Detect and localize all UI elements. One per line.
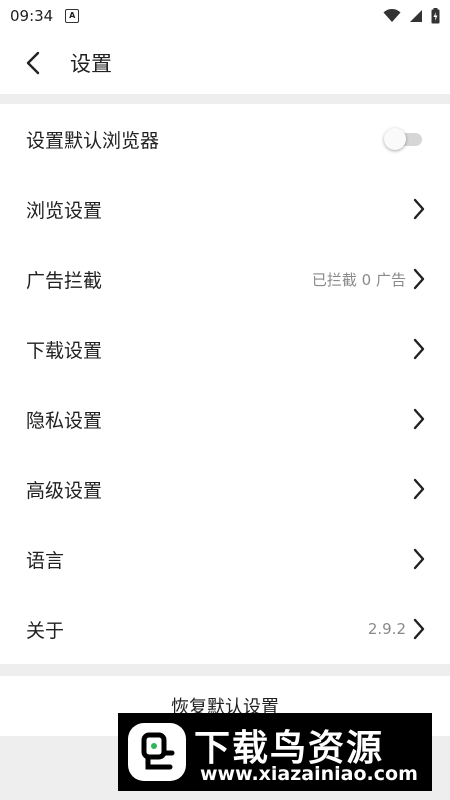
setting-label: 设置默认浏览器 bbox=[26, 129, 160, 152]
battery-icon bbox=[431, 8, 440, 24]
setting-label: 语言 bbox=[26, 549, 65, 572]
row-right bbox=[412, 478, 426, 500]
chevron-right-icon bbox=[413, 408, 425, 430]
row-right bbox=[412, 338, 426, 360]
ad-block-count: 已拦截 0 广告 bbox=[311, 270, 406, 289]
app-bar: 设置 bbox=[0, 32, 450, 94]
watermark-banner: 下载鸟资源 www.xiazainiao.com bbox=[118, 713, 432, 791]
status-right bbox=[383, 8, 440, 24]
row-right bbox=[412, 548, 426, 570]
setting-advanced[interactable]: 高级设置 bbox=[0, 454, 450, 524]
section-divider bbox=[0, 664, 450, 676]
chevron-right-icon bbox=[413, 198, 425, 220]
back-button[interactable] bbox=[0, 32, 66, 94]
chevron-right-icon bbox=[413, 548, 425, 570]
row-right bbox=[412, 198, 426, 220]
wifi-icon bbox=[383, 9, 401, 22]
setting-privacy[interactable]: 隐私设置 bbox=[0, 384, 450, 454]
setting-default-browser[interactable]: 设置默认浏览器 bbox=[0, 104, 450, 174]
page-title: 设置 bbox=[70, 52, 112, 76]
chevron-right-icon bbox=[413, 478, 425, 500]
default-browser-toggle[interactable] bbox=[384, 128, 424, 150]
setting-label: 浏览设置 bbox=[26, 199, 103, 222]
notification-icon: A bbox=[65, 9, 80, 23]
chevron-right-icon bbox=[413, 268, 425, 290]
watermark-logo-icon bbox=[128, 723, 186, 781]
setting-browsing[interactable]: 浏览设置 bbox=[0, 174, 450, 244]
setting-ad-block[interactable]: 广告拦截 已拦截 0 广告 bbox=[0, 244, 450, 314]
setting-label: 广告拦截 bbox=[26, 269, 103, 292]
setting-label: 高级设置 bbox=[26, 479, 103, 502]
setting-label: 关于 bbox=[26, 619, 65, 642]
setting-download[interactable]: 下载设置 bbox=[0, 314, 450, 384]
status-left: 09:34 A bbox=[10, 7, 80, 25]
version-value: 2.9.2 bbox=[367, 620, 406, 638]
row-right: 2.9.2 bbox=[368, 618, 426, 640]
signal-icon bbox=[410, 10, 422, 22]
section-divider bbox=[0, 94, 450, 104]
chevron-right-icon bbox=[413, 338, 425, 360]
toggle-thumb bbox=[384, 128, 406, 150]
row-right bbox=[412, 408, 426, 430]
back-arrow-icon bbox=[26, 51, 40, 75]
settings-list: 设置默认浏览器 浏览设置 广告拦截 已拦截 0 广告 下载设置 隐私设置 高级设… bbox=[0, 104, 450, 664]
setting-label: 隐私设置 bbox=[26, 409, 103, 432]
status-time: 09:34 bbox=[10, 7, 54, 25]
status-bar: 09:34 A bbox=[0, 0, 450, 32]
watermark-url: www.xiazainiao.com bbox=[200, 763, 418, 785]
setting-label: 下载设置 bbox=[26, 339, 103, 362]
setting-about[interactable]: 关于 2.9.2 bbox=[0, 594, 450, 664]
setting-language[interactable]: 语言 bbox=[0, 524, 450, 594]
chevron-right-icon bbox=[413, 618, 425, 640]
row-right: 已拦截 0 广告 bbox=[312, 268, 426, 290]
